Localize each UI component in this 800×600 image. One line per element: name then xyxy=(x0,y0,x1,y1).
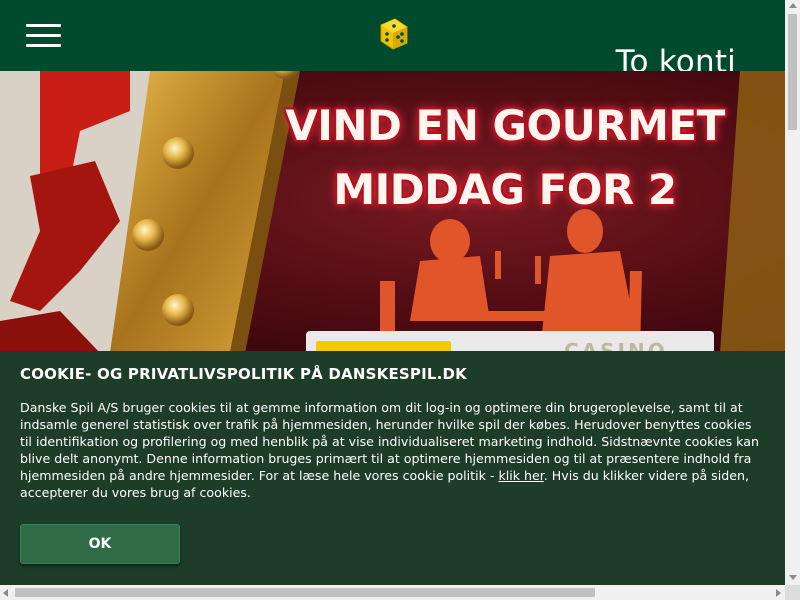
marquee-bulb xyxy=(132,219,164,251)
cookie-ok-button[interactable]: OK xyxy=(20,524,180,564)
promo-banner[interactable]: VIND EN GOURMET MIDDAG FOR 2 CASINO xyxy=(0,71,785,353)
scroll-down-icon[interactable] xyxy=(789,575,797,580)
scrollbar-corner xyxy=(785,585,800,600)
cookie-text: Danske Spil A/S bruger cookies til at ge… xyxy=(20,399,765,501)
hamburger-menu-icon[interactable] xyxy=(26,24,62,50)
vertical-scrollbar[interactable] xyxy=(785,0,800,585)
promo-card[interactable]: CASINO xyxy=(306,331,714,353)
dice-logo-icon[interactable] xyxy=(377,17,409,51)
page: To konti VIND EN GOURMET MIDDAG FOR 2 CA… xyxy=(0,0,785,585)
menu-bar-top xyxy=(26,24,61,27)
menu-bar-middle xyxy=(26,34,61,37)
menu-bar-bottom xyxy=(26,44,61,47)
scroll-right-icon[interactable] xyxy=(776,589,781,597)
marquee-bulb xyxy=(162,294,194,326)
cookie-title: COOKIE- OG PRIVATLIVSPOLITIK PÅ DANSKESP… xyxy=(20,365,468,383)
horizontal-scroll-thumb[interactable] xyxy=(15,588,595,597)
promo-headline-line1: VIND EN GOURMET xyxy=(285,101,725,150)
cookie-banner: COOKIE- OG PRIVATLIVSPOLITIK PÅ DANSKESP… xyxy=(0,351,785,585)
marquee-bulb xyxy=(162,137,194,169)
cookie-policy-link[interactable]: klik her xyxy=(498,468,543,483)
horizontal-scrollbar[interactable] xyxy=(0,585,785,600)
vertical-scroll-thumb[interactable] xyxy=(788,14,797,130)
scroll-up-icon[interactable] xyxy=(789,3,797,8)
scroll-left-icon[interactable] xyxy=(3,589,8,597)
site-header: To konti xyxy=(0,0,785,80)
promo-headline-line2: MIDDAG FOR 2 xyxy=(333,165,677,214)
